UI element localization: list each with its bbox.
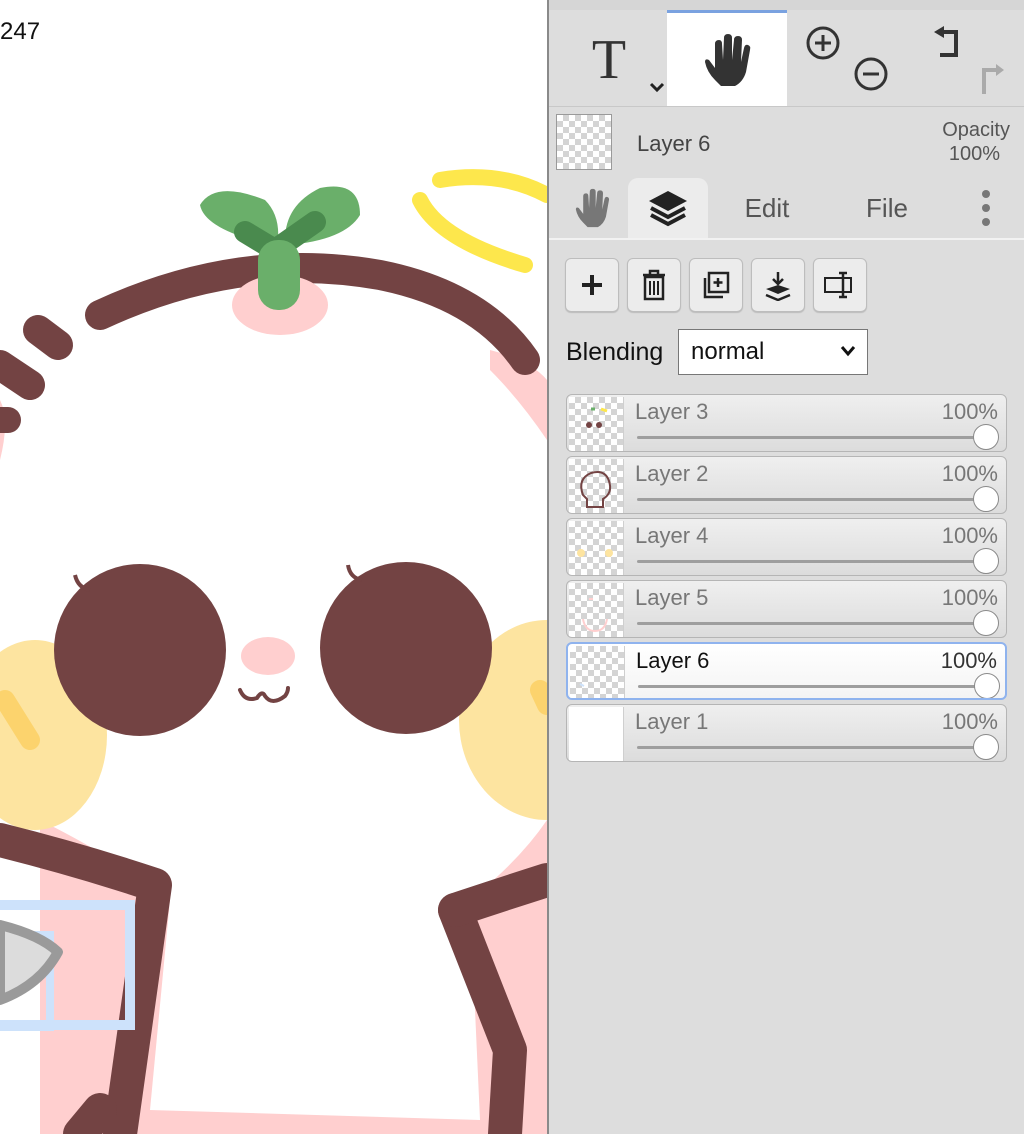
layer-row[interactable]: Layer 3 100% <box>566 394 1007 452</box>
current-layer-info: Layer 6 Opacity 100% <box>549 106 1024 177</box>
rename-layer-button[interactable] <box>813 258 867 312</box>
layer-opacity-value: 100% <box>941 461 998 486</box>
layer-opacity-value: 100% <box>941 585 998 610</box>
layer-opacity-value: 100% <box>941 523 998 548</box>
current-layer-name: Layer 6 <box>637 131 711 156</box>
drawing-canvas[interactable]: 247 <box>0 0 547 1134</box>
blending-select[interactable]: normal <box>678 329 868 375</box>
layer-opacity-slider-track[interactable] <box>637 622 984 625</box>
layer-name: Layer 6 <box>636 648 710 673</box>
layer-opacity-value: 100% <box>941 709 998 734</box>
merge-down-icon <box>765 272 791 301</box>
layer-thumbnail <box>569 521 624 575</box>
layer-opacity-value: 100% <box>941 399 998 424</box>
layer-thumbnail <box>569 707 624 761</box>
blending-label: Blending <box>566 338 664 366</box>
opacity-value[interactable]: 100% <box>949 143 1000 166</box>
layer-thumbnail <box>569 397 624 451</box>
hand-icon <box>705 33 751 86</box>
opacity-label: Opacity <box>942 119 1010 141</box>
tab-file[interactable]: File <box>837 178 937 238</box>
text-tool-button[interactable]: T <box>557 10 667 106</box>
coordinate-readout: 247 <box>0 18 41 45</box>
blending-value: normal <box>691 338 765 365</box>
delete-layer-button[interactable] <box>627 258 681 312</box>
plus-icon <box>582 275 602 295</box>
layer-name: Layer 2 <box>635 461 709 486</box>
undo-redo-icon <box>934 26 1004 94</box>
canvas-artwork <box>0 169 547 1134</box>
hand-icon <box>575 188 610 228</box>
tab-layers[interactable] <box>628 178 708 238</box>
layer-name: Layer 4 <box>635 523 709 548</box>
layer-row[interactable]: Layer 5 100% <box>566 580 1007 638</box>
duplicate-layer-button[interactable] <box>689 258 743 312</box>
layer-opacity-slider-track[interactable] <box>638 685 983 688</box>
layer-opacity-slider-knob[interactable] <box>973 548 999 574</box>
rename-icon <box>824 271 852 299</box>
layer-thumbnail <box>569 583 624 637</box>
merge-down-button[interactable] <box>751 258 805 312</box>
layer-opacity-value: 100% <box>940 648 997 673</box>
current-layer-thumbnail <box>556 114 612 170</box>
layer-opacity-slider-knob[interactable] <box>973 486 999 512</box>
layer-row[interactable]: Layer 2 100% <box>566 456 1007 514</box>
layer-name: Layer 1 <box>635 709 709 734</box>
more-menu-button[interactable] <box>964 178 1008 238</box>
add-layer-button[interactable] <box>565 258 619 312</box>
layer-thumbnail <box>570 646 625 698</box>
layer-opacity-slider-knob[interactable] <box>973 424 999 450</box>
undo-redo-buttons[interactable] <box>904 10 1019 106</box>
hand-tool-button[interactable] <box>667 10 787 106</box>
duplicate-icon <box>703 271 730 299</box>
layer-opacity-slider-track[interactable] <box>637 560 984 563</box>
panel-tabs: Edit File <box>549 176 1024 240</box>
trash-icon <box>643 269 665 301</box>
layers-icon <box>649 191 687 227</box>
layer-thumbnail <box>569 459 624 513</box>
layer-opacity-slider-knob[interactable] <box>973 734 999 760</box>
layer-row[interactable]: Layer 6 100% <box>566 642 1007 700</box>
zoom-tool-button[interactable] <box>789 10 899 106</box>
layer-opacity-slider-track[interactable] <box>637 746 984 749</box>
zoom-in-out-icon <box>806 26 888 91</box>
tab-hand[interactable] <box>557 178 627 238</box>
layer-opacity-slider-knob[interactable] <box>974 673 1000 698</box>
layer-opacity-slider-track[interactable] <box>637 498 984 501</box>
side-panel: T Layer 6 Opacity 100% Edit File Blendin… <box>549 0 1024 1134</box>
layer-row[interactable]: Layer 1 100% <box>566 704 1007 762</box>
tab-edit[interactable]: Edit <box>717 178 817 238</box>
layer-row[interactable]: Layer 4 100% <box>566 518 1007 576</box>
text-T-icon: T <box>592 29 665 93</box>
layer-name: Layer 5 <box>635 585 709 610</box>
vertical-dots-icon <box>982 190 990 226</box>
layer-opacity-slider-knob[interactable] <box>973 610 999 636</box>
layer-name: Layer 3 <box>635 399 709 424</box>
svg-text:T: T <box>592 29 626 91</box>
tool-bar: T <box>549 0 1024 106</box>
chevron-down-icon <box>840 346 856 357</box>
layer-opacity-slider-track[interactable] <box>637 436 984 439</box>
